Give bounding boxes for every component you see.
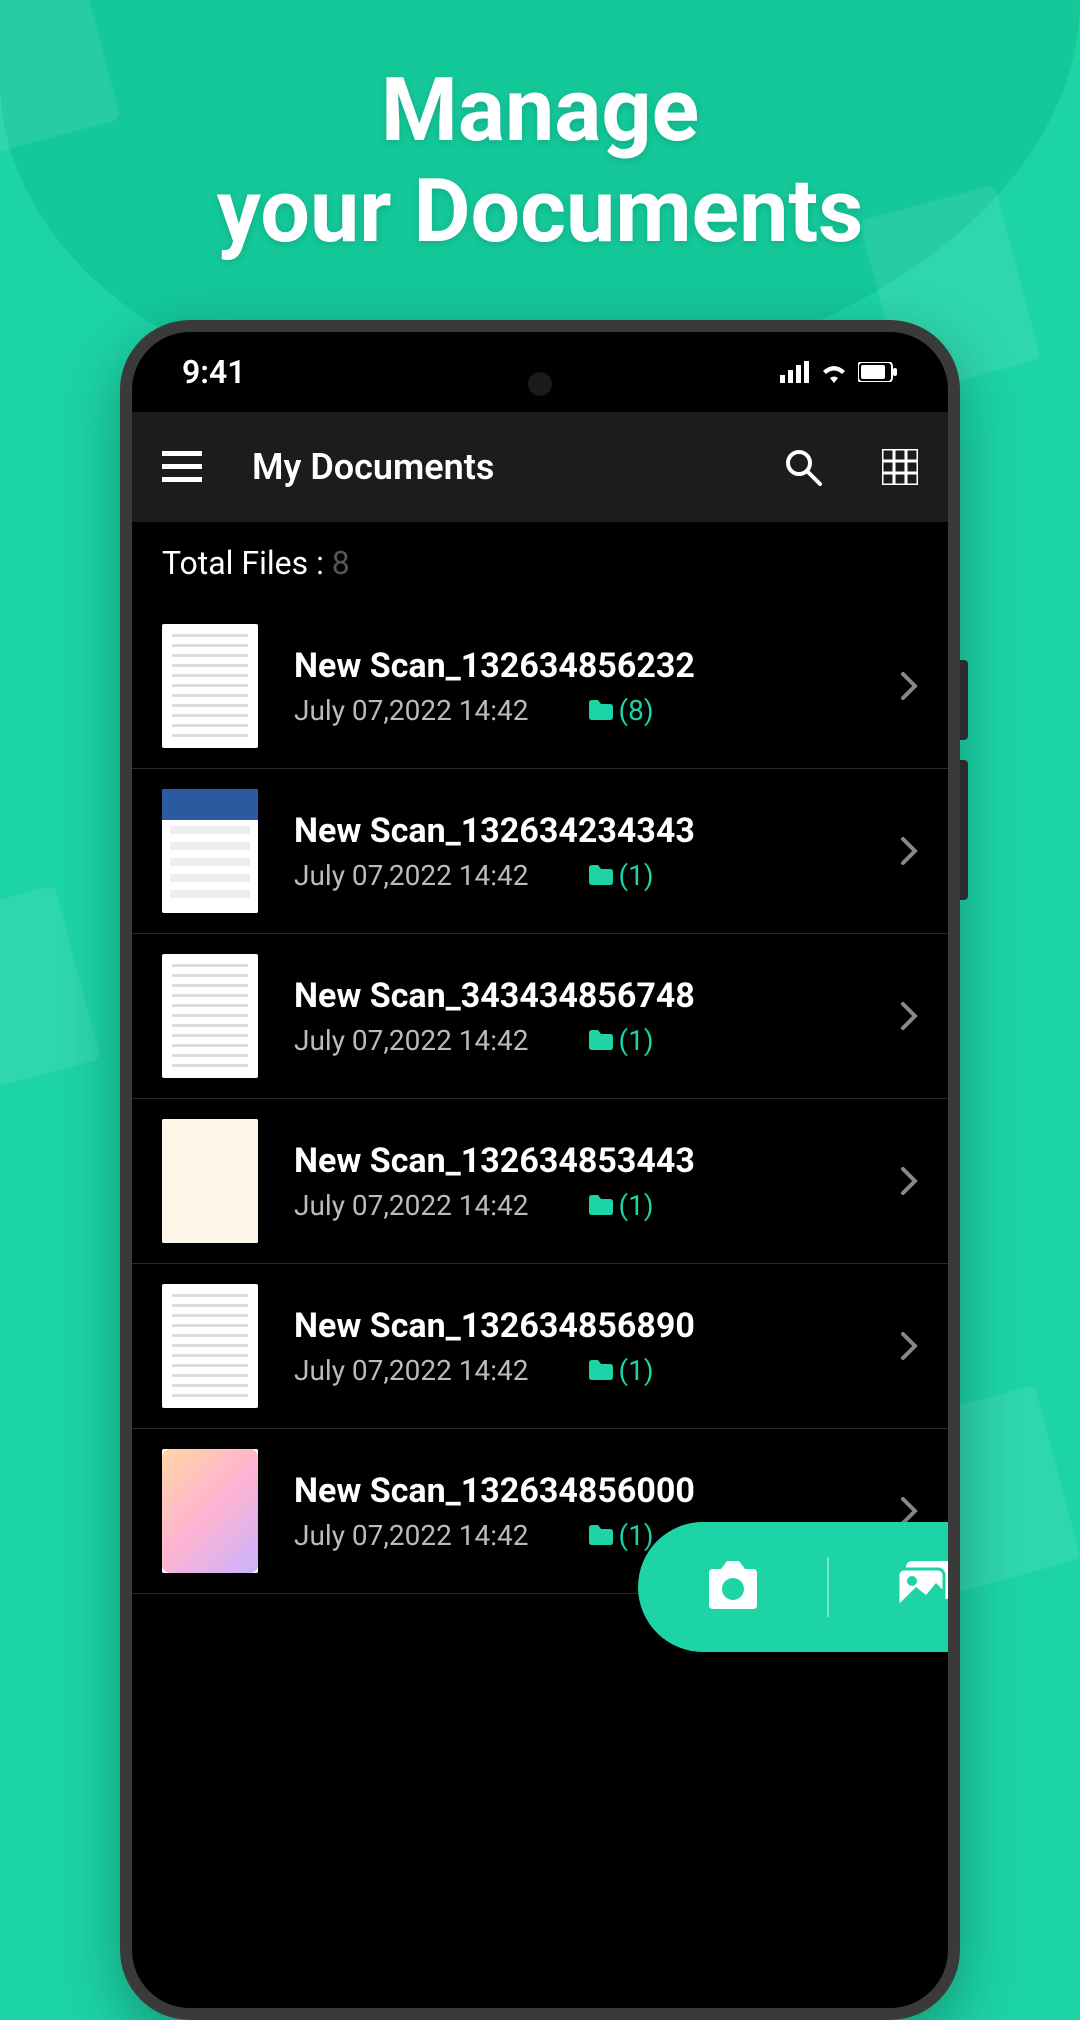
- hamburger-icon: [162, 451, 202, 483]
- camera-icon: [701, 1561, 765, 1613]
- chevron-right-icon: [900, 1166, 918, 1196]
- gallery-icon: [892, 1561, 949, 1613]
- folder-icon: [589, 700, 613, 720]
- battery-icon: [858, 362, 898, 382]
- grid-view-button[interactable]: [882, 449, 918, 485]
- document-folder-badge: (1): [589, 1354, 654, 1387]
- document-date: July 07,2022 14:42: [294, 1024, 529, 1057]
- document-list: New Scan_132634856232 July 07,2022 14:42…: [132, 604, 948, 1594]
- wifi-icon: [820, 361, 848, 383]
- document-date: July 07,2022 14:42: [294, 1189, 529, 1222]
- phone-side-button: [960, 760, 968, 900]
- document-info: New Scan_132634234343 July 07,2022 14:42…: [294, 811, 864, 892]
- document-date: July 07,2022 14:42: [294, 859, 529, 892]
- summary-count: 8: [332, 544, 350, 582]
- document-folder-badge: (1): [589, 859, 654, 892]
- phone-camera: [528, 372, 552, 396]
- phone-frame: 9:41 My Documents Total Files : 8: [120, 320, 960, 2020]
- status-time: 9:41: [182, 353, 246, 391]
- chevron-right-icon: [900, 1331, 918, 1361]
- document-title: New Scan_132634853443: [294, 1141, 864, 1181]
- app-header: My Documents: [132, 412, 948, 522]
- document-item[interactable]: New Scan_343434856748 July 07,2022 14:42…: [132, 934, 948, 1099]
- search-button[interactable]: [784, 448, 822, 486]
- document-info: New Scan_132634856890 July 07,2022 14:42…: [294, 1306, 864, 1387]
- signal-icon: [780, 361, 810, 383]
- document-title: New Scan_132634856232: [294, 646, 864, 686]
- hero-title: Manage your Documents: [0, 0, 1080, 262]
- document-thumbnail: [162, 789, 258, 913]
- document-date: July 07,2022 14:42: [294, 694, 529, 727]
- folder-count: (8): [619, 694, 654, 727]
- gallery-scan-button[interactable]: [829, 1522, 948, 1652]
- document-folder-badge: (8): [589, 694, 654, 727]
- document-date: July 07,2022 14:42: [294, 1354, 529, 1387]
- chevron-right-icon: [900, 1001, 918, 1031]
- document-item[interactable]: New Scan_132634856232 July 07,2022 14:42…: [132, 604, 948, 769]
- document-folder-badge: (1): [589, 1024, 654, 1057]
- phone-screen: 9:41 My Documents Total Files : 8: [132, 332, 948, 2008]
- camera-scan-button[interactable]: [638, 1522, 827, 1652]
- folder-count: (1): [619, 859, 654, 892]
- summary-label: Total Files :: [162, 544, 324, 582]
- document-thumbnail: [162, 624, 258, 748]
- phone-side-button: [960, 660, 968, 740]
- status-icons: [780, 361, 898, 383]
- menu-button[interactable]: [162, 451, 202, 483]
- grid-icon: [882, 449, 918, 485]
- document-info: New Scan_343434856748 July 07,2022 14:42…: [294, 976, 864, 1057]
- document-date: July 07,2022 14:42: [294, 1519, 529, 1552]
- document-title: New Scan_343434856748: [294, 976, 864, 1016]
- document-thumbnail: [162, 1119, 258, 1243]
- document-thumbnail: [162, 954, 258, 1078]
- document-info: New Scan_132634856232 July 07,2022 14:42…: [294, 646, 864, 727]
- page-title: My Documents: [252, 446, 754, 488]
- hero-line2: your Documents: [0, 161, 1080, 262]
- chevron-right-icon: [900, 836, 918, 866]
- document-item[interactable]: New Scan_132634853443 July 07,2022 14:42…: [132, 1099, 948, 1264]
- folder-icon: [589, 1195, 613, 1215]
- file-count-summary: Total Files : 8: [132, 522, 948, 604]
- document-title: New Scan_132634856000: [294, 1471, 864, 1511]
- document-folder-badge: (1): [589, 1189, 654, 1222]
- document-thumbnail: [162, 1449, 258, 1573]
- search-icon: [784, 448, 822, 486]
- hero-line1: Manage: [0, 60, 1080, 161]
- folder-icon: [589, 1525, 613, 1545]
- folder-count: (1): [619, 1189, 654, 1222]
- folder-count: (1): [619, 1024, 654, 1057]
- document-item[interactable]: New Scan_132634234343 July 07,2022 14:42…: [132, 769, 948, 934]
- chevron-right-icon: [900, 671, 918, 701]
- document-title: New Scan_132634856890: [294, 1306, 864, 1346]
- document-thumbnail: [162, 1284, 258, 1408]
- document-title: New Scan_132634234343: [294, 811, 864, 851]
- folder-icon: [589, 865, 613, 885]
- document-info: New Scan_132634853443 July 07,2022 14:42…: [294, 1141, 864, 1222]
- scan-fab: [638, 1522, 948, 1652]
- folder-icon: [589, 1030, 613, 1050]
- folder-count: (1): [619, 1354, 654, 1387]
- document-item[interactable]: New Scan_132634856890 July 07,2022 14:42…: [132, 1264, 948, 1429]
- folder-icon: [589, 1360, 613, 1380]
